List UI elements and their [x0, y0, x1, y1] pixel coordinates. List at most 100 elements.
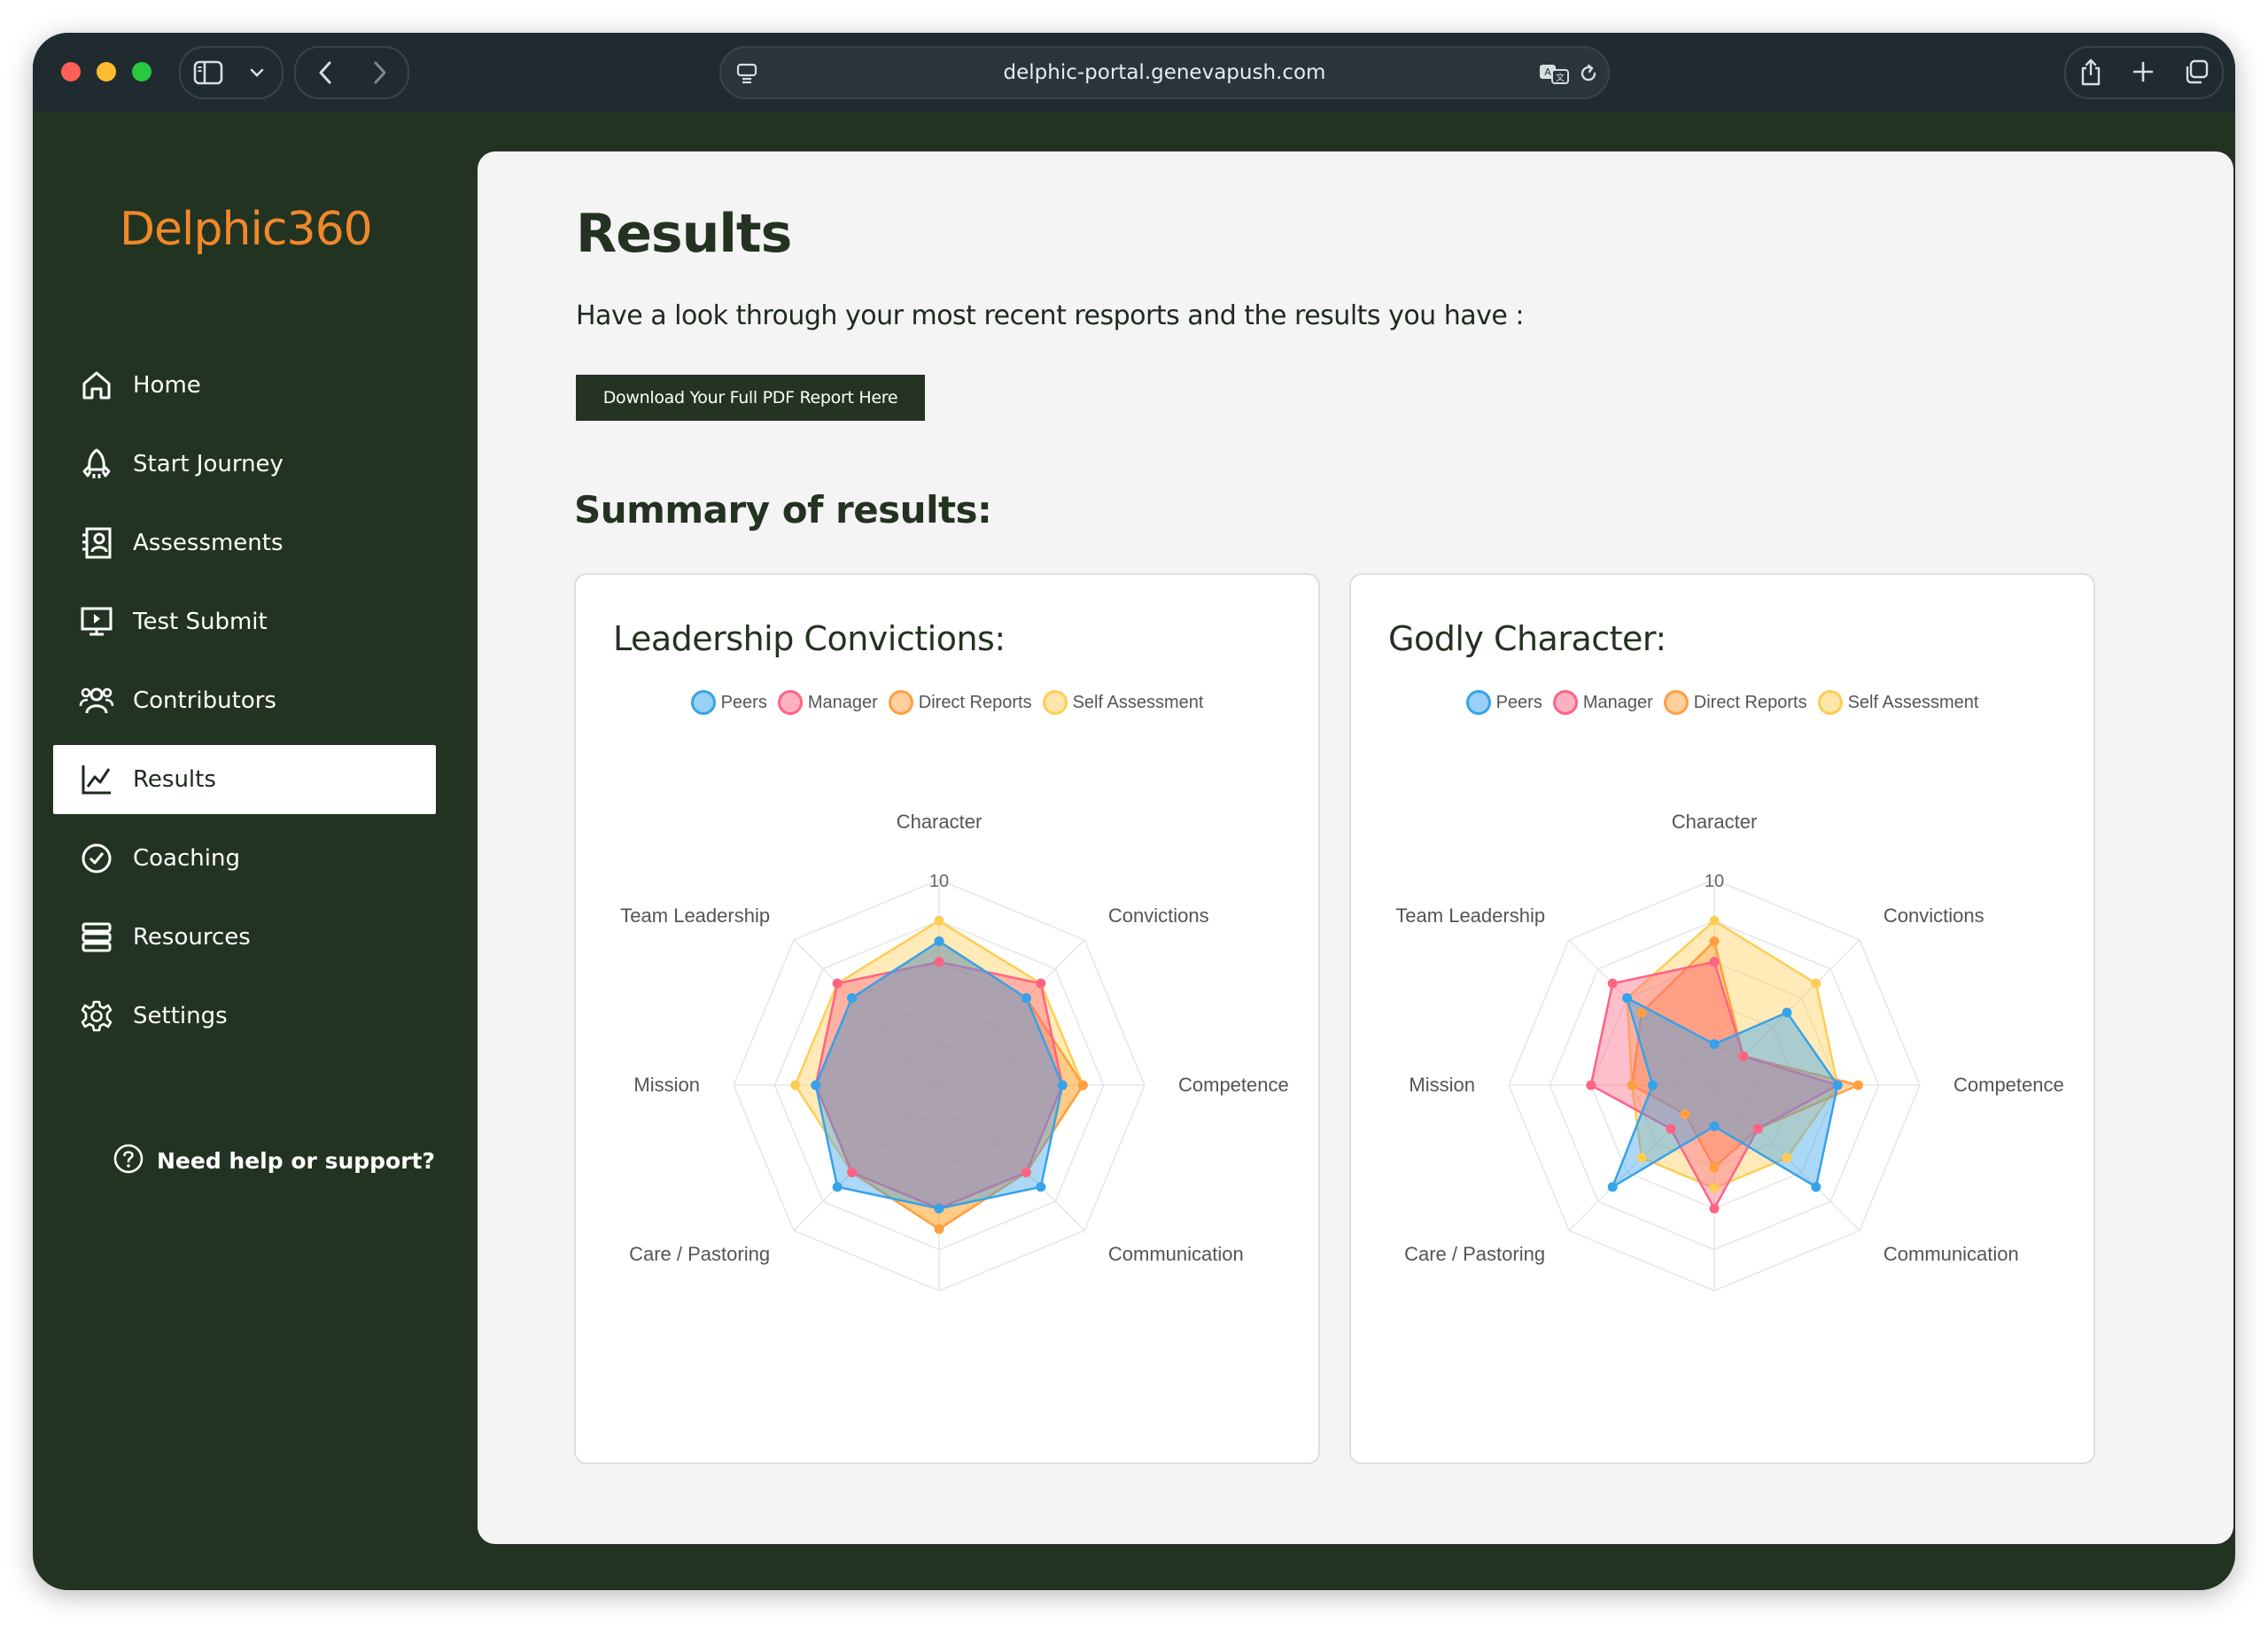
- minimize-window-button[interactable]: [97, 62, 116, 82]
- radar-point[interactable]: [1832, 1080, 1843, 1091]
- legend-item-manager[interactable]: Manager: [1552, 690, 1653, 715]
- radar-point[interactable]: [790, 1080, 801, 1091]
- radar-axis-label: Team Leadership: [1395, 904, 1545, 927]
- legend-item-manager[interactable]: Manager: [777, 690, 878, 715]
- sidebar-toggle-icon[interactable]: [190, 58, 226, 88]
- sidebar-item-coaching[interactable]: Coaching: [53, 824, 436, 893]
- translate-icon[interactable]: A文: [1536, 58, 1572, 89]
- sidebar-item-home[interactable]: Home: [53, 351, 436, 420]
- radar-point[interactable]: [847, 1167, 858, 1177]
- legend-item-peers[interactable]: Peers: [1465, 690, 1542, 715]
- radar-point[interactable]: [1680, 1109, 1690, 1120]
- radar-axis-label: Mission: [1409, 1074, 1475, 1096]
- radar-point[interactable]: [1709, 1039, 1720, 1050]
- home-icon: [78, 367, 115, 404]
- sidebar-item-contributors[interactable]: Contributors: [53, 666, 436, 735]
- legend-item-direct-reports[interactable]: Direct Reports: [888, 690, 1032, 715]
- radar-point[interactable]: [1738, 1051, 1749, 1061]
- radar-point[interactable]: [1811, 1182, 1821, 1192]
- sidebar: Delphic360 Home Start Journey Assessment…: [33, 113, 476, 1590]
- app-logo[interactable]: Delphic360: [120, 203, 373, 256]
- radar-point[interactable]: [934, 1223, 944, 1234]
- sidebar-item-settings[interactable]: Settings: [53, 982, 436, 1051]
- reload-icon[interactable]: [1573, 58, 1604, 89]
- radar-point[interactable]: [1709, 936, 1720, 947]
- radar-point[interactable]: [1709, 1183, 1720, 1193]
- radar-point[interactable]: [832, 1182, 843, 1192]
- page-title: Results: [576, 203, 792, 265]
- sidebar-item-label: Results: [133, 766, 216, 793]
- radar-point[interactable]: [1586, 1080, 1596, 1091]
- legend-item-self-assessment[interactable]: Self Assessment: [1817, 690, 1979, 715]
- radar-point[interactable]: [1709, 1162, 1720, 1173]
- sidebar-item-label: Home: [133, 372, 201, 399]
- radar-point[interactable]: [832, 978, 843, 989]
- radar-point[interactable]: [1782, 1007, 1792, 1018]
- radar-point[interactable]: [1622, 993, 1633, 1004]
- sidebar-item-start-journey[interactable]: Start Journey: [53, 430, 436, 499]
- radar-point[interactable]: [1852, 1080, 1863, 1091]
- sidebar-item-test-submit[interactable]: Test Submit: [53, 587, 436, 656]
- radar-point[interactable]: [1636, 1007, 1647, 1018]
- question-circle-icon: [113, 1143, 144, 1179]
- radar-point[interactable]: [934, 1203, 944, 1214]
- radar-point[interactable]: [1709, 1121, 1720, 1131]
- radar-point[interactable]: [1021, 1167, 1031, 1177]
- radar-point[interactable]: [1021, 993, 1031, 1004]
- legend-swatch: [690, 690, 716, 715]
- sidebar-item-label: Start Journey: [133, 451, 284, 477]
- close-window-button[interactable]: [61, 62, 81, 82]
- radar-point[interactable]: [1709, 915, 1720, 926]
- new-tab-icon[interactable]: [2127, 56, 2159, 88]
- radar-point[interactable]: [1811, 978, 1821, 989]
- help-label: Need help or support?: [157, 1148, 435, 1174]
- radar-point[interactable]: [1636, 1153, 1647, 1163]
- radar-axis-label: Competence: [1953, 1074, 2064, 1096]
- radar-point[interactable]: [1057, 1080, 1068, 1091]
- forward-arrow-icon[interactable]: [362, 56, 398, 89]
- back-arrow-icon[interactable]: [307, 56, 343, 89]
- radar-point[interactable]: [1752, 1123, 1763, 1134]
- download-pdf-button[interactable]: Download Your Full PDF Report Here: [576, 375, 925, 421]
- legend-item-self-assessment[interactable]: Self Assessment: [1042, 690, 1203, 715]
- radar-point[interactable]: [1709, 1203, 1720, 1214]
- legend-item-direct-reports[interactable]: Direct Reports: [1663, 690, 1807, 715]
- tab-overview-icon[interactable]: [2180, 56, 2212, 88]
- sidebar-item-resources[interactable]: Resources: [53, 903, 436, 972]
- stack-icon: [78, 919, 115, 956]
- chart-title: Godly Character:: [1388, 619, 1666, 658]
- help-support-link[interactable]: Need help or support?: [113, 1143, 435, 1179]
- radar-point[interactable]: [1782, 1153, 1792, 1163]
- radar-point[interactable]: [1709, 957, 1720, 967]
- radar-point[interactable]: [1036, 1182, 1046, 1192]
- sidebar-item-results[interactable]: Results: [53, 745, 436, 814]
- radar-point[interactable]: [934, 936, 944, 947]
- share-icon[interactable]: [2073, 52, 2109, 91]
- radar-point[interactable]: [1077, 1080, 1088, 1091]
- radar-axis-label: Team Leadership: [620, 904, 770, 927]
- zoom-window-button[interactable]: [132, 62, 151, 82]
- radar-axis-label: Convictions: [1884, 904, 1984, 927]
- radar-axis-label: Care / Pastoring: [1404, 1243, 1545, 1265]
- svg-text:A: A: [1544, 66, 1551, 78]
- address-bar[interactable]: delphic-portal.genevapush.com A文: [719, 46, 1610, 99]
- legend-item-peers[interactable]: Peers: [690, 690, 767, 715]
- legend-label: Direct Reports: [918, 692, 1032, 712]
- chevron-down-icon[interactable]: [244, 59, 270, 86]
- legend-label: Self Assessment: [1847, 692, 1979, 712]
- sidebar-item-assessments[interactable]: Assessments: [53, 508, 436, 578]
- radar-point[interactable]: [1647, 1080, 1658, 1091]
- radar-point[interactable]: [1607, 1182, 1618, 1192]
- radar-point[interactable]: [1627, 1080, 1637, 1091]
- radar-point[interactable]: [1036, 978, 1046, 989]
- radar-point[interactable]: [934, 915, 944, 926]
- radar-chart: 10 Character Convictions Competence Communic…: [620, 811, 1288, 1337]
- radar-axis-label: Character: [1672, 811, 1758, 833]
- radar-point[interactable]: [1607, 978, 1618, 989]
- radar-point[interactable]: [847, 993, 858, 1004]
- radar-point[interactable]: [811, 1080, 821, 1091]
- radar-point[interactable]: [1666, 1123, 1676, 1134]
- radar-point[interactable]: [934, 957, 944, 967]
- url-text[interactable]: delphic-portal.genevapush.com: [721, 48, 1608, 97]
- sidebar-item-label: Contributors: [133, 687, 276, 714]
